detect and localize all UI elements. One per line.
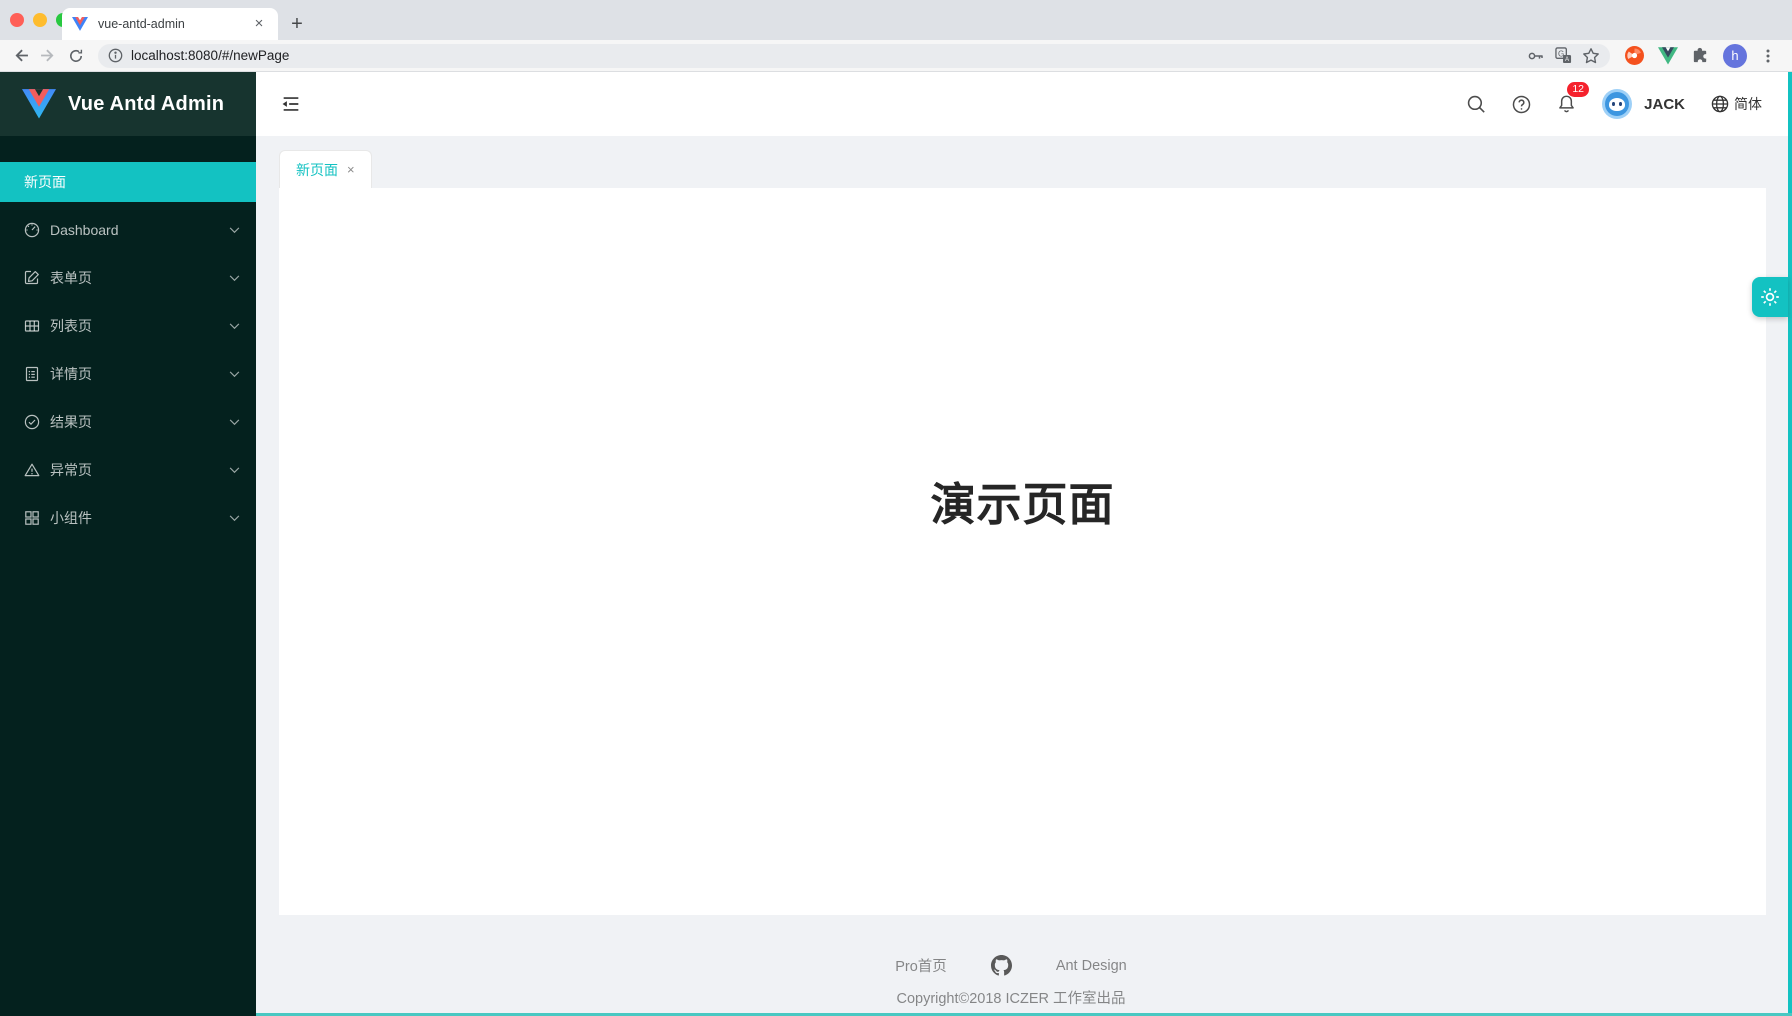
close-window-button[interactable] <box>10 13 24 27</box>
app-root: Vue Antd Admin 新页面 Dashboard 表单页 <box>0 72 1792 1016</box>
sidebar-item-label: 小组件 <box>50 508 229 528</box>
chevron-down-icon <box>229 467 240 474</box>
browser-profile-avatar[interactable]: h <box>1723 44 1747 68</box>
dashboard-icon <box>24 222 40 238</box>
content-card: 演示页面 <box>279 188 1766 915</box>
sidebar-item-form[interactable]: 表单页 <box>0 258 256 298</box>
page-tab-bar: 新页面 × <box>256 136 1792 188</box>
chevron-down-icon <box>229 419 240 426</box>
copyright-text: Copyright©2018 ICZER 工作室出品 <box>256 987 1766 1008</box>
sidebar-item-exception[interactable]: 异常页 <box>0 450 256 490</box>
screen: vue-antd-admin × + localhost:8080/#/newP… <box>0 0 1792 1016</box>
footer-link-ant-design[interactable]: Ant Design <box>1056 958 1127 974</box>
chevron-down-icon <box>229 515 240 522</box>
translate-icon[interactable]: GA <box>1555 47 1572 64</box>
reload-icon[interactable] <box>62 42 90 70</box>
warning-icon <box>24 462 40 478</box>
chevron-down-icon <box>229 275 240 282</box>
browser-tab-strip: vue-antd-admin × + <box>0 0 1792 40</box>
app-title: Vue Antd Admin <box>68 93 224 116</box>
sidebar-item-widgets[interactable]: 小组件 <box>0 498 256 538</box>
sidebar-item-dashboard[interactable]: Dashboard <box>0 210 256 250</box>
search-icon[interactable] <box>1467 95 1486 114</box>
vue-favicon-icon <box>72 17 88 31</box>
settings-button[interactable] <box>1752 277 1788 317</box>
menu-fold-icon[interactable] <box>280 93 302 115</box>
page-title: 演示页面 <box>279 468 1766 533</box>
browser-toolbar: localhost:8080/#/newPage GA h <box>0 40 1792 72</box>
appstore-icon <box>24 510 40 526</box>
language-switcher[interactable]: 简体 <box>1711 94 1762 114</box>
chevron-down-icon <box>229 227 240 234</box>
github-icon[interactable] <box>991 955 1012 976</box>
sidebar-item-label: 详情页 <box>50 364 229 384</box>
sidebar: Vue Antd Admin 新页面 Dashboard 表单页 <box>0 72 256 1016</box>
extensions-area: h <box>1624 44 1788 68</box>
bookmark-star-icon[interactable] <box>1582 47 1600 65</box>
sidebar-item-list[interactable]: 列表页 <box>0 306 256 346</box>
globe-icon <box>1711 95 1729 113</box>
table-icon <box>24 318 40 334</box>
sidebar-item-label: 新页面 <box>24 172 240 192</box>
sidebar-item-label: 列表页 <box>50 316 229 336</box>
sidebar-item-label: 结果页 <box>50 412 229 432</box>
page-tab-close-icon[interactable]: × <box>347 162 355 177</box>
chevron-down-icon <box>229 371 240 378</box>
notification-bell[interactable]: 12 <box>1557 94 1576 114</box>
overflow-menu-icon[interactable] <box>1760 48 1776 64</box>
form-icon <box>24 270 40 286</box>
bell-icon <box>1557 94 1576 114</box>
key-icon[interactable] <box>1527 48 1545 64</box>
forward-icon[interactable] <box>34 42 62 70</box>
profile-icon <box>24 366 40 382</box>
sidebar-item-new-page[interactable]: 新页面 <box>0 162 256 202</box>
url-text[interactable]: localhost:8080/#/newPage <box>131 48 1517 63</box>
vue-devtools-icon[interactable] <box>1658 47 1678 65</box>
site-info-icon[interactable] <box>108 48 123 63</box>
logo[interactable]: Vue Antd Admin <box>0 72 256 136</box>
check-circle-icon <box>24 414 40 430</box>
sidebar-item-label: 异常页 <box>50 460 229 480</box>
sidebar-menu: 新页面 Dashboard 表单页 列表页 <box>0 136 256 538</box>
app-header: 12 JACK 简体 <box>256 72 1792 136</box>
question-circle-icon[interactable] <box>1512 95 1531 114</box>
window-controls <box>10 13 70 27</box>
language-label: 简体 <box>1734 94 1762 114</box>
tab-close-button[interactable]: × <box>250 15 268 33</box>
browser-tab[interactable]: vue-antd-admin × <box>62 8 278 40</box>
footer-link-pro-home[interactable]: Pro首页 <box>895 955 947 976</box>
extensions-puzzle-icon[interactable] <box>1691 46 1710 65</box>
page-footer: Pro首页 Ant Design Copyright©2018 ICZER 工作… <box>256 915 1792 1016</box>
browser-tab-title: vue-antd-admin <box>98 17 250 31</box>
page-tab-label: 新页面 <box>296 160 338 180</box>
address-bar[interactable]: localhost:8080/#/newPage GA <box>98 44 1610 68</box>
footer-links: Pro首页 Ant Design <box>256 955 1766 976</box>
sidebar-item-result[interactable]: 结果页 <box>0 402 256 442</box>
username[interactable]: JACK <box>1644 96 1685 113</box>
minimize-window-button[interactable] <box>33 13 47 27</box>
orange-extension-icon[interactable] <box>1624 45 1645 66</box>
page-tab-new-page[interactable]: 新页面 × <box>279 150 372 188</box>
notification-badge: 12 <box>1567 82 1589 97</box>
settings-drawer-edge <box>1788 72 1792 1016</box>
sidebar-item-label: Dashboard <box>50 222 229 238</box>
header-actions: 12 JACK 简体 <box>1467 89 1762 119</box>
user-avatar[interactable] <box>1602 89 1632 119</box>
chevron-down-icon <box>229 323 240 330</box>
sidebar-item-detail[interactable]: 详情页 <box>0 354 256 394</box>
gear-icon <box>1759 286 1781 308</box>
new-tab-button[interactable]: + <box>284 12 310 38</box>
back-icon[interactable] <box>6 42 34 70</box>
sidebar-item-label: 表单页 <box>50 268 229 288</box>
vue-logo-icon <box>22 89 56 119</box>
